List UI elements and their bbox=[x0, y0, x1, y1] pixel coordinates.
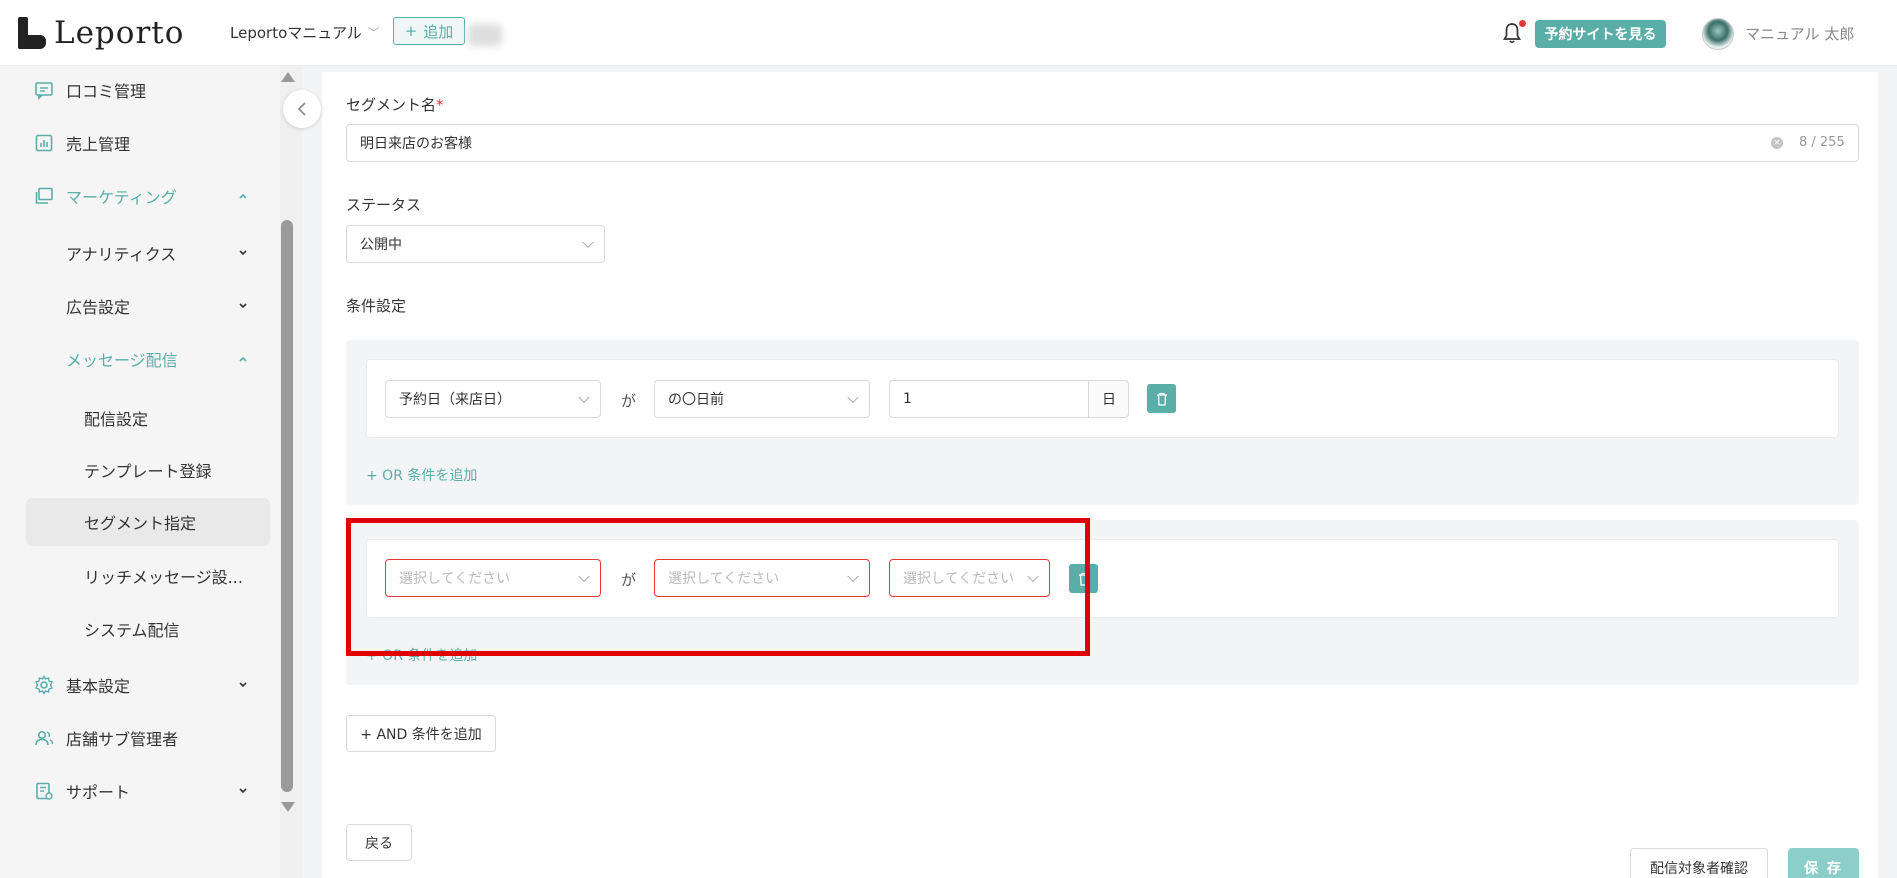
sidebar-item-sub-admins[interactable]: 店舗サブ管理者 bbox=[0, 716, 270, 760]
shop-select[interactable]: Leportoマニュアル ﹀ bbox=[230, 22, 380, 43]
sidebar-item-label: 口コミ管理 bbox=[66, 82, 147, 101]
top-header: Leporto Leportoマニュアル ﹀ + 追加 予約サイトを見る マニュ… bbox=[0, 0, 1897, 66]
support-icon bbox=[36, 782, 53, 800]
logo-mark-icon bbox=[18, 17, 48, 49]
chevron-down-icon bbox=[239, 250, 247, 256]
sidebar-item-system-delivery[interactable]: システム配信 bbox=[0, 607, 270, 651]
confirm-recipients-button[interactable]: 配信対象者確認 bbox=[1630, 848, 1768, 878]
condition-operator-select[interactable]: の〇日前 bbox=[654, 380, 870, 418]
status-value: 公開中 bbox=[360, 237, 402, 253]
sidebar-item-analytics[interactable]: アナリティクス bbox=[0, 231, 270, 275]
sidebar-item-sales[interactable]: 売上管理 bbox=[0, 121, 270, 165]
condition-unit: 日 bbox=[1102, 392, 1116, 408]
bell-icon[interactable] bbox=[1503, 22, 1521, 44]
scrollbar-thumb[interactable] bbox=[281, 220, 293, 792]
chevron-down-icon bbox=[239, 788, 247, 794]
condition-value: 1 bbox=[903, 391, 912, 407]
chevron-down-icon bbox=[582, 236, 594, 249]
sidebar-item-label: サポート bbox=[66, 783, 131, 802]
sidebar-item-marketing[interactable]: マーケティング bbox=[0, 174, 270, 218]
sidebar-item-support[interactable]: サポート bbox=[0, 769, 270, 813]
sidebar-item-template[interactable]: テンプレート登録 bbox=[0, 448, 270, 492]
notification-dot bbox=[1519, 20, 1526, 27]
sidebar-item-label: 広告設定 bbox=[66, 298, 131, 317]
shop-select-label: Leportoマニュアル bbox=[230, 24, 362, 42]
chevron-down-icon: ﹀ bbox=[367, 26, 380, 40]
status-select[interactable]: 公開中 bbox=[346, 225, 605, 263]
segment-name-input[interactable]: 明日来店のお客様 × 8 / 255 bbox=[346, 124, 1859, 162]
sidebar-item-delivery-settings[interactable]: 配信設定 bbox=[0, 396, 270, 440]
condition-connector: が bbox=[621, 392, 637, 410]
view-site-button[interactable]: 予約サイトを見る bbox=[1535, 20, 1666, 48]
condition-operator-value: の〇日前 bbox=[668, 392, 724, 408]
sidebar-item-label: テンプレート登録 bbox=[84, 462, 212, 481]
sidebar-item-label: 売上管理 bbox=[66, 135, 131, 154]
users-icon bbox=[35, 730, 54, 746]
condition-field-select[interactable]: 予約日（来店日） bbox=[385, 380, 601, 418]
highlight-box bbox=[346, 518, 1090, 656]
sidebar-item-label: システム配信 bbox=[84, 621, 180, 640]
avatar[interactable] bbox=[1702, 18, 1734, 50]
chevron-up-icon bbox=[239, 356, 247, 362]
sidebar-item-messaging[interactable]: メッセージ配信 bbox=[0, 337, 270, 381]
segment-name-value: 明日来店のお客様 bbox=[360, 136, 472, 152]
gear-icon bbox=[35, 675, 53, 695]
sidebar-item-label: メッセージ配信 bbox=[66, 351, 178, 370]
clear-icon[interactable]: × bbox=[1771, 137, 1783, 149]
segment-name-label: セグメント名* bbox=[346, 94, 444, 115]
sidebar-item-rich-message[interactable]: リッチメッセージ設... bbox=[0, 554, 270, 598]
plus-icon: + bbox=[404, 22, 418, 40]
condition-field-value: 予約日（来店日） bbox=[399, 392, 511, 408]
sidebar-item-label: 配信設定 bbox=[84, 410, 149, 429]
or-add-button[interactable]: + OR 条件を追加 bbox=[366, 465, 477, 485]
add-button[interactable]: + 追加 bbox=[393, 17, 465, 45]
delete-condition-button[interactable] bbox=[1147, 384, 1176, 413]
chevron-down-icon bbox=[578, 391, 590, 404]
condition-value-input[interactable]: 1 bbox=[889, 380, 1089, 418]
chart-icon bbox=[35, 134, 53, 152]
conditions-label: 条件設定 bbox=[346, 297, 407, 315]
sidebar-item-label: セグメント指定 bbox=[84, 514, 197, 533]
marketing-icon bbox=[35, 187, 53, 204]
scroll-up-arrow-icon[interactable] bbox=[281, 72, 295, 82]
condition-unit-addon: 日 bbox=[1088, 380, 1129, 418]
sidebar-item-basic-settings[interactable]: 基本設定 bbox=[0, 663, 270, 707]
user-name[interactable]: マニュアル 太郎 bbox=[1745, 23, 1854, 44]
scroll-down-arrow-icon[interactable] bbox=[281, 802, 295, 812]
add-button-label: 追加 bbox=[423, 22, 454, 41]
save-button[interactable]: 保 存 bbox=[1788, 848, 1859, 878]
chevron-up-icon bbox=[239, 193, 247, 199]
trash-icon bbox=[1156, 392, 1167, 406]
leporto-logo[interactable]: Leporto bbox=[18, 13, 184, 53]
segment-name-label-text: セグメント名 bbox=[346, 96, 437, 114]
sidebar-item-label: 店舗サブ管理者 bbox=[66, 730, 179, 749]
sidebar-item-reviews[interactable]: 口コミ管理 bbox=[0, 68, 270, 112]
chevron-left-icon bbox=[297, 102, 306, 116]
and-add-button[interactable]: + AND 条件を追加 bbox=[346, 715, 496, 752]
sidebar-item-segment[interactable]: セグメント指定 bbox=[26, 498, 270, 546]
sidebar-item-label: アナリティクス bbox=[66, 245, 177, 264]
chevron-down-icon bbox=[239, 682, 247, 688]
logo-text: Leporto bbox=[54, 15, 185, 51]
required-mark: * bbox=[436, 96, 444, 114]
sidebar-collapse-button[interactable] bbox=[283, 90, 321, 128]
blurred-chip bbox=[468, 24, 502, 46]
sidebar-item-label: マーケティング bbox=[66, 188, 177, 207]
sidebar-item-label: リッチメッセージ設... bbox=[84, 568, 243, 587]
sidebar-item-label: 基本設定 bbox=[66, 677, 131, 696]
chevron-down-icon bbox=[239, 303, 247, 309]
comment-icon bbox=[35, 82, 53, 100]
chevron-down-icon bbox=[847, 391, 859, 404]
sidebar-item-ads[interactable]: 広告設定 bbox=[0, 284, 270, 328]
char-counter: 8 / 255 bbox=[1799, 135, 1845, 150]
back-button[interactable]: 戻る bbox=[346, 824, 412, 861]
status-label: ステータス bbox=[346, 196, 422, 214]
